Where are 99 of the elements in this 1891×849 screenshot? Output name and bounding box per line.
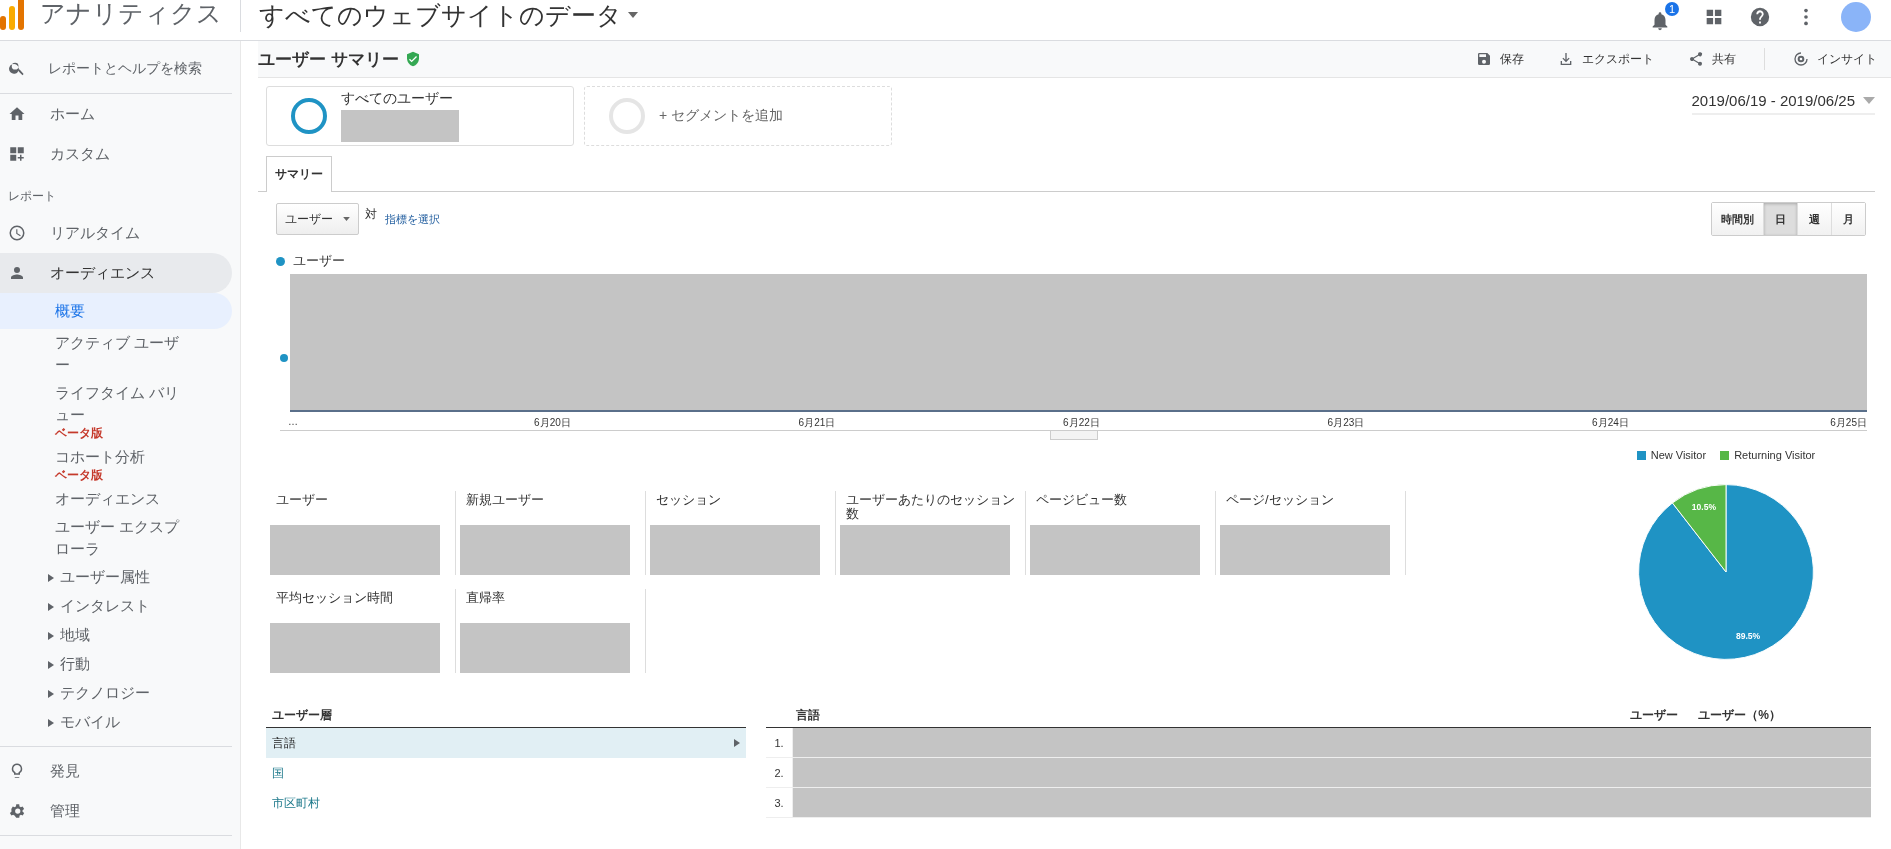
nav-item[interactable]: 管理: [0, 791, 224, 831]
nav-subitem[interactable]: 概要: [0, 293, 232, 329]
axis-label: 6月20日: [534, 416, 571, 430]
tab[interactable]: サマリー: [266, 156, 332, 192]
segment-card[interactable]: すべてのユーザー: [266, 86, 574, 146]
axis-label: 6月22日: [1063, 416, 1100, 430]
legend-dot: [276, 256, 285, 266]
beta-label: ベータ版: [55, 426, 103, 440]
axis-label: 6月23日: [1327, 416, 1365, 430]
metric-label: 新規ユーザー: [466, 493, 545, 509]
toolbar-button[interactable]: 共有: [1682, 49, 1742, 69]
metric-label: ページビュー数: [1036, 493, 1128, 509]
legend-swatch: [1720, 450, 1730, 460]
dimension-item[interactable]: 国: [266, 758, 746, 788]
nav-subitem[interactable]: ユーザー エクスプローラ: [0, 513, 232, 563]
column-header: 言語: [796, 707, 821, 724]
home-icon: [8, 105, 26, 123]
notifications-button[interactable]: 1: [1649, 2, 1679, 32]
nav-item[interactable]: カスタム: [0, 134, 232, 174]
metric-label: ユーザーあたりのセッション数: [846, 493, 1016, 521]
slice-label: 10.5%: [1691, 502, 1717, 513]
toolbar-button[interactable]: エクスポート: [1552, 49, 1660, 69]
settings-icon: [8, 802, 26, 820]
nav-item[interactable]: リアルタイム: [0, 213, 232, 253]
metric-label: セッション: [656, 493, 722, 509]
help-icon[interactable]: [1749, 6, 1771, 28]
nav-group[interactable]: 地域: [0, 621, 232, 650]
expand-arrow-icon: [48, 573, 54, 582]
axis-label: …: [287, 416, 298, 427]
legend-label: ユーザー: [293, 252, 345, 270]
caret-icon: [343, 217, 350, 221]
metric-label: 直帰率: [466, 591, 506, 607]
search-field[interactable]: レポートとヘルプを検索: [46, 59, 220, 77]
nav-group[interactable]: テクノロジー: [0, 679, 232, 708]
person-icon: [8, 264, 26, 282]
nav-group[interactable]: インタレスト: [0, 592, 232, 621]
section-label: レポート: [7, 188, 57, 205]
share-icon: [1688, 51, 1704, 67]
caret-icon: [1863, 97, 1875, 104]
metric-dropdown[interactable]: ユーザー: [276, 203, 359, 235]
target-icon: [1793, 51, 1809, 67]
axis-label: 6月21日: [798, 416, 836, 430]
column-header: ユーザー: [1630, 707, 1679, 724]
expand-arrow-icon: [48, 631, 54, 640]
expand-arrow-icon: [48, 602, 54, 611]
versus-label: 対: [365, 205, 377, 223]
beta-label: ベータ版: [55, 468, 103, 482]
property-selector[interactable]: すべてのウェブサイトのデータ: [259, 0, 638, 32]
axis-label: 6月25日: [1830, 416, 1867, 430]
toolbar-button[interactable]: 保存: [1470, 49, 1530, 69]
verified-shield-icon: [404, 51, 421, 67]
save-icon: [1476, 51, 1492, 67]
toolbar-button[interactable]: インサイト: [1787, 49, 1883, 69]
date-range-picker[interactable]: 2019/06/19 - 2019/06/25: [1691, 88, 1875, 115]
axis-label: 6月24日: [1592, 416, 1629, 430]
empty-ring-icon: [609, 98, 645, 134]
add-segment-card[interactable]: + セグメントを追加: [584, 86, 892, 146]
caret-icon: [628, 12, 638, 18]
expand-arrow-icon: [48, 689, 54, 698]
dimension-item[interactable]: 言語: [266, 728, 746, 758]
clock-icon: [8, 224, 26, 242]
nav-subitem[interactable]: コホート分析 ベータ版: [0, 443, 232, 485]
column-header: ユーザー（%）: [1698, 707, 1781, 724]
granularity-button[interactable]: 時間別: [1712, 203, 1763, 235]
legend-swatch: [1636, 450, 1646, 460]
granularity-button[interactable]: 週: [1797, 203, 1831, 235]
segment-name: すべてのユーザー: [341, 90, 454, 108]
expand-arrow-icon: [48, 660, 54, 669]
legend-label: New Visitor: [1650, 449, 1707, 461]
data-point: [280, 354, 288, 362]
legend-label: Returning Visitor: [1734, 449, 1816, 461]
add-segment-label: + セグメントを追加: [659, 107, 784, 125]
metric-label: ユーザー: [276, 493, 329, 509]
download-icon: [1558, 51, 1574, 67]
grid-plus-icon: [8, 145, 26, 163]
app-name: アナリティクス: [40, 0, 222, 29]
nav-subitem[interactable]: アクティブ ユーザー: [0, 329, 232, 379]
nav-group[interactable]: ユーザー属性: [0, 563, 232, 592]
metric-label: 平均セッション時間: [276, 591, 394, 607]
analytics-logo: [0, 0, 26, 30]
slice-label: 89.5%: [1735, 631, 1761, 642]
metric-label: ページ/セッション: [1226, 493, 1335, 509]
granularity-button[interactable]: 月: [1831, 203, 1865, 235]
segment-ring-icon: [291, 98, 327, 134]
notification-badge: 1: [1664, 2, 1679, 16]
nav-group[interactable]: モバイル: [0, 708, 232, 737]
report-title: ユーザー サマリー: [258, 48, 399, 71]
nav-item[interactable]: オーディエンス: [0, 253, 232, 293]
nav-subitem[interactable]: オーディエンス: [0, 485, 232, 513]
dimension-item[interactable]: 市区町村: [266, 788, 746, 818]
nav-group[interactable]: 行動: [0, 650, 232, 679]
chevron-right-icon: [734, 739, 740, 747]
granularity-button[interactable]: 日: [1763, 203, 1797, 235]
expand-arrow-icon: [48, 718, 54, 727]
nav-subitem[interactable]: ライフタイム バリュー ベータ版: [0, 379, 232, 443]
chart-collapse-handle[interactable]: [1049, 431, 1098, 440]
select-metric-link[interactable]: 指標を選択: [385, 211, 440, 227]
nav-item[interactable]: 発見: [0, 751, 224, 791]
nav-item[interactable]: ホーム: [0, 94, 232, 134]
